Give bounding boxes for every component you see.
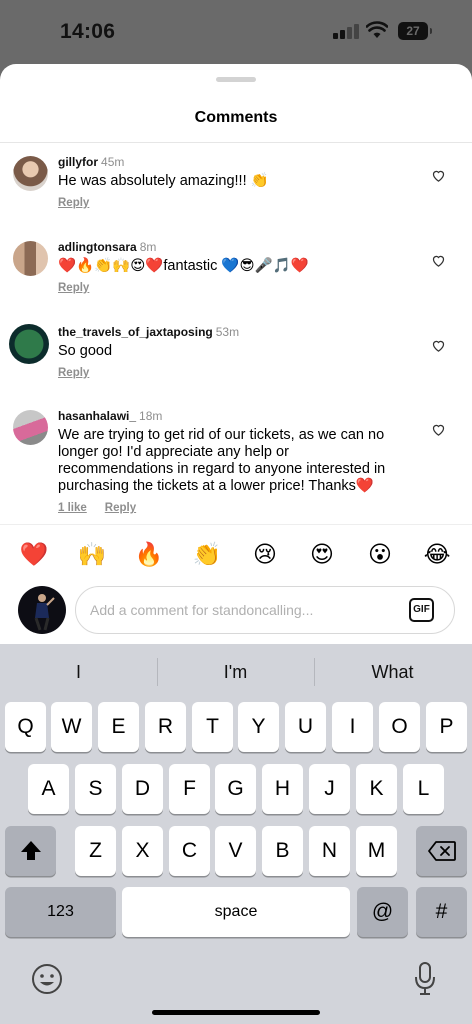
comment-username[interactable]: hasanhalawi_ <box>58 409 136 423</box>
space-key[interactable]: space <box>122 887 350 937</box>
reply-button[interactable]: Reply <box>58 367 89 379</box>
home-indicator <box>152 1010 320 1015</box>
suggestion[interactable]: I'm <box>157 662 314 683</box>
key-t[interactable]: T <box>192 702 233 752</box>
delete-key[interactable] <box>416 826 467 876</box>
key-s[interactable]: S <box>75 764 116 814</box>
wifi-icon <box>366 21 388 38</box>
reaction-heart-eyes[interactable]: 😍 <box>307 539 337 569</box>
comment-time: 18m <box>139 409 163 423</box>
key-b[interactable]: B <box>262 826 303 876</box>
suggestion[interactable]: I <box>0 662 157 683</box>
keyboard: I I'm What Q W E R T Y U I O P A S D F G… <box>0 644 472 1024</box>
key-o[interactable]: O <box>379 702 420 752</box>
key-c[interactable]: C <box>169 826 210 876</box>
comment-username[interactable]: the_travels_of_jaxtaposing <box>58 325 213 339</box>
comment-text: ❤️🔥👏🙌😍❤️fantastic 💙😎🎤🎵❤️ <box>58 258 309 274</box>
status-bar: 14:06 27 <box>0 0 472 64</box>
comment-username[interactable]: adlingtonsara <box>58 240 137 254</box>
key-m[interactable]: M <box>356 826 397 876</box>
comment-text: He was absolutely amazing!!! 👏 <box>58 173 269 189</box>
comment-time: 8m <box>139 240 157 254</box>
key-x[interactable]: X <box>122 826 163 876</box>
avatar[interactable] <box>9 324 49 364</box>
key-z[interactable]: Z <box>75 826 116 876</box>
sheet-title: Comments <box>194 109 278 126</box>
reaction-surprised[interactable]: 😮 <box>365 539 395 569</box>
key-d[interactable]: D <box>122 764 163 814</box>
reaction-heart[interactable]: ❤️ <box>19 539 49 569</box>
divider <box>0 142 472 143</box>
emoji-icon[interactable] <box>31 963 63 995</box>
comment-time: 53m <box>215 325 240 339</box>
reply-button[interactable]: Reply <box>105 502 136 514</box>
reaction-fire[interactable]: 🔥 <box>134 539 164 569</box>
key-f[interactable]: F <box>169 764 210 814</box>
reaction-laughing[interactable]: 😂 <box>422 539 452 569</box>
numbers-key[interactable]: 123 <box>5 887 116 937</box>
key-r[interactable]: R <box>145 702 186 752</box>
key-l[interactable]: L <box>403 764 444 814</box>
key-h[interactable]: H <box>262 764 303 814</box>
shift-key[interactable] <box>5 826 56 876</box>
avatar[interactable] <box>13 241 48 276</box>
comment-input-placeholder: Add a comment for standoncalling... <box>90 602 314 618</box>
shift-icon <box>21 841 41 860</box>
avatar[interactable] <box>13 156 48 191</box>
gif-button[interactable]: GIF <box>409 598 434 622</box>
key-n[interactable]: N <box>309 826 350 876</box>
key-v[interactable]: V <box>215 826 256 876</box>
key-q[interactable]: Q <box>5 702 46 752</box>
key-p[interactable]: P <box>426 702 467 752</box>
likes-count[interactable]: 1 like <box>58 502 87 514</box>
comment-input[interactable]: Add a comment for standoncalling... GIF <box>75 586 455 634</box>
key-g[interactable]: G <box>215 764 256 814</box>
reaction-raised-hands[interactable]: 🙌 <box>77 539 107 569</box>
hash-key[interactable]: # <box>416 887 467 937</box>
comment-text: So good <box>58 343 113 359</box>
at-key[interactable]: @ <box>357 887 408 937</box>
heart-outline-icon[interactable] <box>431 168 446 183</box>
reply-button[interactable]: Reply <box>58 282 89 294</box>
status-time: 14:06 <box>60 20 116 43</box>
key-e[interactable]: E <box>98 702 139 752</box>
comment-text: We are trying to get rid of our tickets,… <box>58 427 386 494</box>
heart-outline-icon[interactable] <box>431 338 446 353</box>
reply-button[interactable]: Reply <box>58 197 89 209</box>
key-k[interactable]: K <box>356 764 397 814</box>
comments-sheet: Comments gillyfor 45m He was absolutely a… <box>0 64 472 644</box>
heart-outline-icon[interactable] <box>431 253 446 268</box>
quick-reactions: ❤️ 🙌 🔥 👏 😢 😍 😮 😂 <box>0 524 472 582</box>
key-a[interactable]: A <box>28 764 69 814</box>
avatar[interactable] <box>13 410 48 445</box>
comment-composer: Add a comment for standoncalling... GIF <box>0 584 472 644</box>
key-u[interactable]: U <box>285 702 326 752</box>
signal-icon <box>333 23 359 39</box>
key-y[interactable]: Y <box>238 702 279 752</box>
heart-outline-icon[interactable] <box>431 422 446 437</box>
reaction-crying[interactable]: 😢 <box>250 539 280 569</box>
key-j[interactable]: J <box>309 764 350 814</box>
comment-time: 45m <box>101 155 125 169</box>
comment-username[interactable]: gillyfor <box>58 155 98 169</box>
suggestion[interactable]: What <box>314 662 471 683</box>
sheet-grabber[interactable] <box>216 77 256 82</box>
battery-icon: 27 <box>398 22 432 40</box>
key-w[interactable]: W <box>51 702 92 752</box>
key-i[interactable]: I <box>332 702 373 752</box>
reaction-clap[interactable]: 👏 <box>192 539 222 569</box>
avatar <box>18 586 66 634</box>
predictive-bar: I I'm What <box>0 644 472 700</box>
microphone-icon[interactable] <box>413 961 437 997</box>
delete-icon <box>428 841 456 861</box>
